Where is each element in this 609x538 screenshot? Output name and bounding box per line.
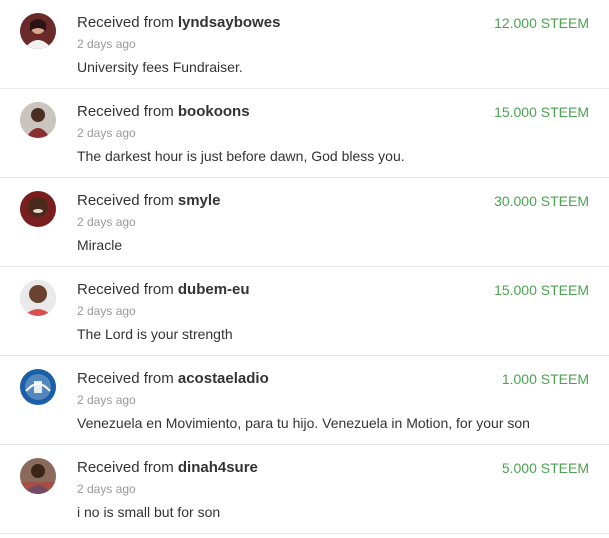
transaction-row: Received from dubem-eu 2 days ago The Lo… [0, 267, 609, 356]
sender-username-link[interactable]: lyndsaybowes [178, 14, 281, 31]
transaction-time: 2 days ago [77, 482, 136, 496]
transaction-memo: University fees Fundraiser. [77, 59, 243, 75]
transaction-row: Received from acostaeladio 2 days ago Ve… [0, 356, 609, 445]
transaction-memo: The darkest hour is just before dawn, Go… [77, 148, 405, 164]
transaction-row: Received from bookoons 2 days ago The da… [0, 89, 609, 178]
transaction-amount: 15.000 STEEM [494, 104, 589, 120]
transaction-prefix: Received from [77, 14, 174, 31]
sender-username-link[interactable]: dubem-eu [178, 281, 250, 298]
transaction-amount: 12.000 STEEM [494, 15, 589, 31]
transaction-title: Received from acostaeladio [77, 370, 269, 387]
transaction-time: 2 days ago [77, 215, 136, 229]
transaction-amount: 1.000 STEEM [501, 371, 589, 387]
transaction-row: Received from lyndsaybowes 2 days ago Un… [0, 0, 609, 89]
transaction-amount: 5.000 STEEM [501, 460, 589, 476]
transaction-title: Received from dubem-eu [77, 281, 250, 298]
transaction-prefix: Received from [77, 192, 174, 209]
transaction-memo: i no is small but for son [77, 504, 221, 520]
transaction-time: 2 days ago [77, 37, 136, 51]
transaction-amount: 15.000 STEEM [494, 282, 589, 298]
transaction-memo: Miracle [77, 237, 123, 253]
user-avatar-icon[interactable] [20, 458, 56, 494]
transaction-title: Received from lyndsaybowes [77, 14, 280, 31]
sender-username-link[interactable]: dinah4sure [178, 459, 258, 476]
transaction-title: Received from dinah4sure [77, 459, 258, 476]
transaction-prefix: Received from [77, 370, 174, 387]
user-avatar-icon[interactable] [20, 280, 56, 316]
transaction-amount: 30.000 STEEM [494, 193, 589, 209]
sender-username-link[interactable]: acostaeladio [178, 370, 269, 387]
user-avatar-icon[interactable] [20, 13, 56, 49]
transaction-memo: Venezuela en Movimiento, para tu hijo. V… [77, 415, 530, 431]
transaction-list: Received from lyndsaybowes 2 days ago Un… [0, 0, 609, 534]
transaction-time: 2 days ago [77, 393, 136, 407]
logo-avatar-icon[interactable] [20, 369, 56, 405]
transaction-memo: The Lord is your strength [77, 326, 233, 342]
transaction-title: Received from bookoons [77, 103, 250, 120]
transaction-row: Received from smyle 2 days ago Miracle 3… [0, 178, 609, 267]
transaction-prefix: Received from [77, 281, 174, 298]
user-avatar-icon[interactable] [20, 191, 56, 227]
transaction-title: Received from smyle [77, 192, 220, 209]
transaction-row: Received from dinah4sure 2 days ago i no… [0, 445, 609, 534]
transaction-prefix: Received from [77, 459, 174, 476]
sender-username-link[interactable]: bookoons [178, 103, 250, 120]
sender-username-link[interactable]: smyle [178, 192, 221, 209]
transaction-time: 2 days ago [77, 126, 136, 140]
transaction-time: 2 days ago [77, 304, 136, 318]
transaction-prefix: Received from [77, 103, 174, 120]
user-avatar-icon[interactable] [20, 102, 56, 138]
